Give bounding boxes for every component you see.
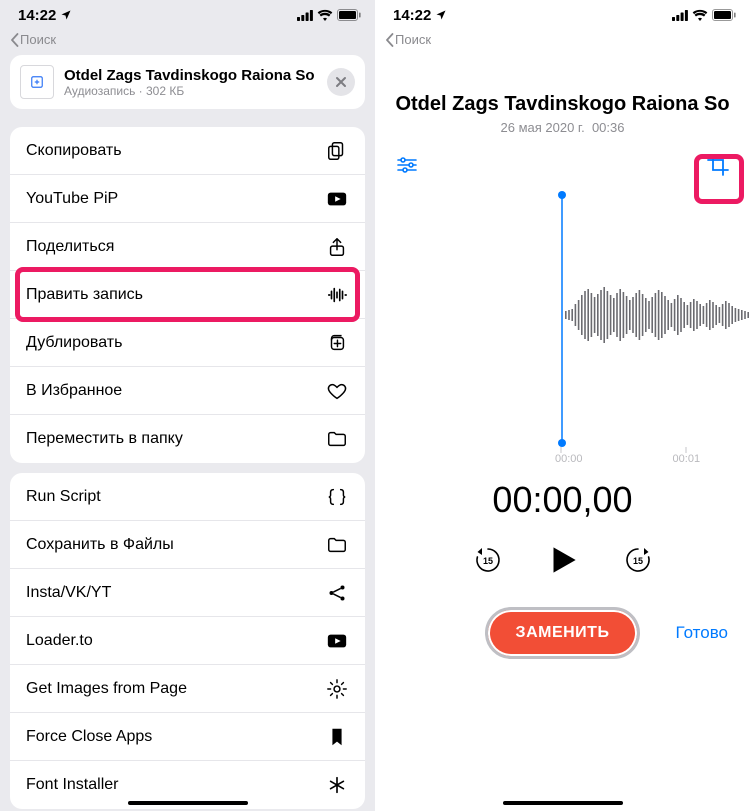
back-link-label: Поиск: [20, 32, 56, 47]
menu-group-2: Run Script Сохранить в Файлы Insta/VK/YT Lo…: [10, 473, 365, 809]
waveform-area[interactable]: 00:00 00:01 00: [375, 185, 750, 465]
menu-copy[interactable]: Скопировать: [10, 127, 365, 175]
editor-toolbar: [375, 135, 750, 185]
header-subtitle: Аудиозапись · 302 КБ: [64, 84, 317, 98]
menu-label: Сохранить в Файлы: [26, 536, 174, 554]
menu-run-script[interactable]: Run Script: [10, 473, 365, 521]
menu-label: Поделиться: [26, 238, 114, 256]
recording-title: Otdel Zags Tavdinskogo Raiona So: [375, 93, 750, 116]
menu-move-folder[interactable]: Переместить в папку: [10, 415, 365, 463]
home-indicator: [503, 801, 623, 805]
wifi-icon: [317, 9, 333, 21]
menu-share[interactable]: Поделиться: [10, 223, 365, 271]
menu-label: Править запись: [26, 286, 143, 304]
folder-icon: [325, 534, 349, 556]
waveform-icon: [325, 284, 349, 306]
youtube-icon: [325, 188, 349, 210]
close-button[interactable]: [327, 68, 355, 96]
menu-label: YouTube PiP: [26, 190, 118, 208]
waveform-graphic: [375, 185, 750, 465]
menu-force-close[interactable]: Force Close Apps: [10, 713, 365, 761]
home-indicator: [128, 801, 248, 805]
copy-icon: [325, 140, 349, 162]
menu-group-1: Скопировать YouTube PiP Поделиться Править …: [10, 127, 365, 463]
menu-favorite[interactable]: В Избранное: [10, 367, 365, 415]
play-button[interactable]: [544, 541, 582, 579]
back-link[interactable]: Поиск: [375, 30, 750, 53]
playback-controls: 15 15: [375, 541, 750, 579]
document-thumb-icon: [20, 65, 54, 99]
menu-label: Get Images from Page: [26, 680, 187, 698]
braces-icon: [325, 486, 349, 508]
menu-save-files[interactable]: Сохранить в Файлы: [10, 521, 365, 569]
timeline-labels: 00:00 00:01 00: [375, 453, 750, 465]
cellular-icon: [297, 10, 313, 21]
bottom-row: ЗАМЕНИТЬ Готово: [375, 607, 750, 659]
back-link-label: Поиск: [395, 32, 431, 47]
youtube-icon: [325, 630, 349, 652]
battery-icon: [337, 9, 361, 21]
cellular-icon: [672, 10, 688, 21]
forward-15-button[interactable]: 15: [622, 544, 654, 576]
recording-subtitle: 26 мая 2020 г. 00:36: [375, 120, 750, 135]
heart-icon: [325, 380, 349, 402]
timecode: 00:00,00: [375, 479, 750, 521]
duplicate-icon: [325, 332, 349, 354]
menu-duplicate[interactable]: Дублировать: [10, 319, 365, 367]
menu-get-images[interactable]: Get Images from Page: [10, 665, 365, 713]
menu-edit-recording[interactable]: Править запись: [10, 271, 365, 319]
replace-button[interactable]: ЗАМЕНИТЬ: [485, 607, 641, 659]
menu-youtube-pip[interactable]: YouTube PiP: [10, 175, 365, 223]
menu-label: Скопировать: [26, 142, 122, 160]
menu-label: Loader.to: [26, 632, 93, 650]
rewind-15-button[interactable]: 15: [472, 544, 504, 576]
bookmark-icon: [325, 726, 349, 748]
menu-loader-to[interactable]: Loader.to: [10, 617, 365, 665]
menu-label: Insta/VK/YT: [26, 584, 111, 602]
crop-icon[interactable]: [704, 151, 732, 179]
status-bar: 14:22: [375, 0, 750, 30]
menu-insta-vk-yt[interactable]: Insta/VK/YT: [10, 569, 365, 617]
asterisk-icon: [325, 774, 349, 796]
back-link[interactable]: Поиск: [0, 30, 375, 53]
menu-label: В Избранное: [26, 382, 122, 400]
menu-label: Force Close Apps: [26, 728, 152, 746]
editor-pane: 14:22 Поиск Otdel Zags Tavdinskogo Raion…: [375, 0, 750, 811]
folder-icon: [325, 428, 349, 450]
gear-icon: [325, 678, 349, 700]
menu-label: Дублировать: [26, 334, 122, 352]
status-right: [672, 9, 736, 21]
menu-label: Run Script: [26, 488, 101, 506]
share-sheet-pane: 14:22 Поиск Otdel Zags Tavdinskogo Raion…: [0, 0, 375, 811]
battery-icon: [712, 9, 736, 21]
header-title: Otdel Zags Tavdinskogo Raiona So: [64, 67, 317, 84]
wifi-icon: [692, 9, 708, 21]
location-icon: [435, 9, 447, 21]
status-time: 14:22: [18, 7, 56, 24]
share-nodes-icon: [325, 582, 349, 604]
share-icon: [325, 236, 349, 258]
menu-label: Font Installer: [26, 776, 118, 794]
svg-text:15: 15: [482, 556, 492, 566]
done-button[interactable]: Готово: [676, 623, 729, 643]
settings-sliders-icon[interactable]: [393, 151, 421, 179]
menu-label: Переместить в папку: [26, 430, 183, 448]
header-card: Otdel Zags Tavdinskogo Raiona So Аудиоза…: [10, 55, 365, 109]
status-right: [297, 9, 361, 21]
status-time: 14:22: [393, 7, 431, 24]
svg-text:15: 15: [632, 556, 642, 566]
status-bar: 14:22: [0, 0, 375, 30]
location-icon: [60, 9, 72, 21]
